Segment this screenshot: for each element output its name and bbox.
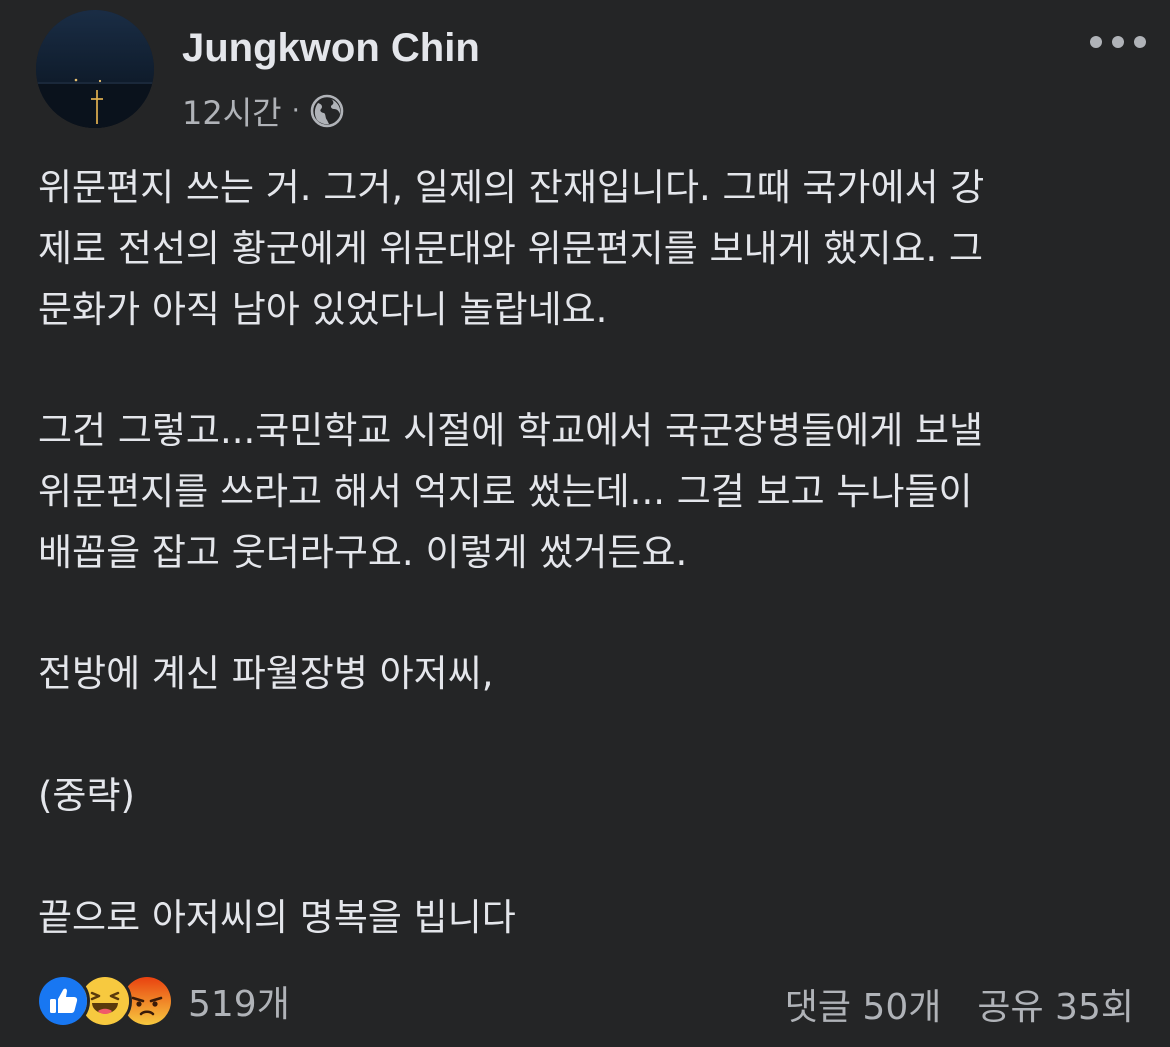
post-line: 위문편지 쓰는 거. 그거, 일제의 잔재입니다. 그때 국가에서 강 (38, 166, 985, 209)
reactions-summary[interactable]: 519개 (36, 974, 290, 1028)
post-line: (중략) (38, 773, 135, 817)
post-line: 전방에 계신 파월장병 아저씨, (38, 652, 494, 696)
post-line: 끝으로 아저씨의 명복을 빕니다 (38, 895, 516, 939)
author-name[interactable]: Jungkwon Chin (182, 26, 480, 71)
meta-separator: · (291, 96, 300, 126)
comments-count[interactable]: 댓글 50개 (785, 978, 942, 1030)
post-stats: 댓글 50개 공유 35회 (785, 978, 1134, 1030)
post-footer: 519개 댓글 50개 공유 35회 (36, 970, 1134, 1030)
globe-icon[interactable] (310, 94, 344, 128)
avatar-image (36, 10, 154, 128)
facebook-post: Jungkwon Chin 12시간 · 위문편지 쓰는 거. 그거, 일제의 … (0, 0, 1170, 1047)
more-dot (1112, 36, 1124, 48)
like-icon (36, 974, 90, 1028)
post-line: 그건 그렇고...국민학교 시절에 학교에서 국군장병들에게 보낼 (38, 409, 984, 453)
more-dot (1090, 36, 1102, 48)
post-body: 위문편지 쓰는 거. 그거, 일제의 잔재입니다. 그때 국가에서 강 제로 전… (38, 158, 1138, 948)
more-dot (1134, 36, 1146, 48)
post-line: 문화가 아직 남아 있었다니 놀랍네요. (38, 287, 608, 331)
post-timestamp[interactable]: 12시간 (182, 88, 282, 134)
author-avatar[interactable] (36, 10, 154, 128)
post-header: Jungkwon Chin 12시간 · (36, 10, 1146, 132)
reaction-count: 519개 (188, 984, 290, 1025)
shares-count[interactable]: 공유 35회 (977, 978, 1134, 1030)
post-line: 위문편지를 쓰라고 해서 억지로 썼는데... 그걸 보고 누나들이 (38, 469, 973, 513)
more-options-icon[interactable] (1090, 30, 1146, 54)
post-line: 배꼽을 잡고 웃더라구요. 이렇게 썼거든요. (38, 530, 688, 574)
post-meta: 12시간 · (182, 88, 344, 134)
post-line: 제로 전선의 황군에게 위문대와 위문편지를 보내게 했지요. 그 (38, 226, 984, 270)
